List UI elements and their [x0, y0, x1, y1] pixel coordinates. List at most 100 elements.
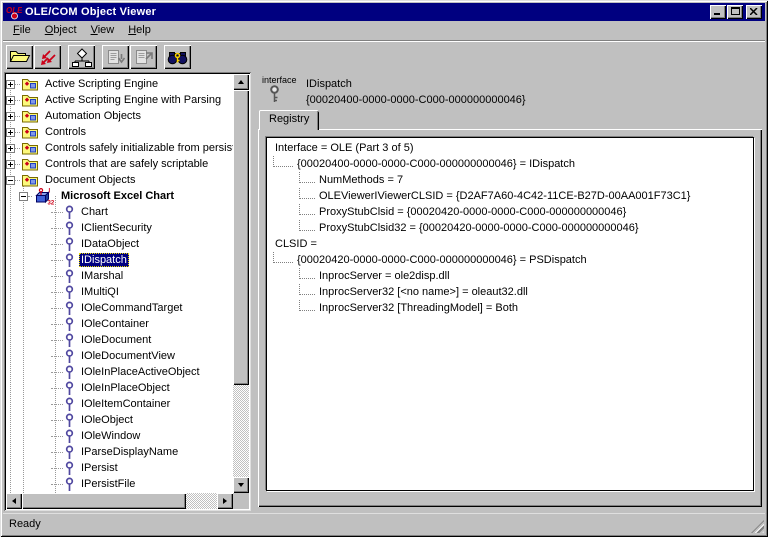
vertical-scroll-thumb[interactable] [233, 90, 249, 385]
registry-line-text: NumMethods = 7 [315, 174, 403, 186]
interface-key-icon [64, 205, 75, 220]
tree-item-label[interactable]: IMarshal [79, 269, 125, 283]
registry-line-text: InprocServer32 [<no name>] = oleaut32.dl… [315, 286, 528, 298]
registry-line: ProxyStubClsid32 = {00020420-0000-0000-C… [267, 220, 753, 236]
tree-item-iparsedisplayname: IParseDisplayName [6, 444, 233, 460]
tree-connector-stub [15, 116, 20, 117]
tree-item-label[interactable]: Active Scripting Engine [43, 77, 160, 91]
tree-item-idataobject: IDataObject [6, 236, 233, 252]
tree-connector-stub [299, 284, 315, 295]
tree-connector-stub [15, 180, 20, 181]
interface-key-icon [64, 461, 75, 476]
expand-plus-icon[interactable] [6, 80, 15, 89]
tree-item-label[interactable]: Document Objects [43, 173, 137, 187]
tree-item-label[interactable]: IClientSecurity [79, 221, 154, 235]
tree-item-iolewindow: IOleWindow [6, 428, 233, 444]
tree-item-label[interactable]: IParseDisplayName [79, 445, 180, 459]
registry-line-text: {00020420-0000-0000-C000-000000000046} =… [293, 254, 587, 266]
registry-details-box[interactable]: Interface = OLE (Part 3 of 5){00020400-0… [266, 137, 754, 491]
tree-item-label[interactable]: Controls [43, 125, 88, 139]
tree-item-automation-objects: Automation Objects [6, 108, 233, 124]
tree-item-label[interactable]: Automation Objects [43, 109, 143, 123]
menu-object[interactable]: Object [38, 21, 84, 40]
tree-item-label[interactable]: IOleDocumentView [79, 349, 177, 363]
tree-item-label[interactable]: Active Scripting Engine with Parsing [43, 93, 223, 107]
tree-connector-stub [51, 244, 63, 245]
maximize-button[interactable] [727, 5, 743, 19]
registry-line-text: Interface = OLE (Part 3 of 5) [271, 142, 413, 154]
tab-registry[interactable]: Registry [259, 110, 319, 130]
tree-item-chart: Chart [6, 204, 233, 220]
open-file-button[interactable] [6, 45, 33, 69]
tree-item-label[interactable]: Controls safely initializable from persi… [43, 141, 233, 155]
tree-item-label[interactable]: IOleCommandTarget [79, 301, 185, 315]
tree-item-label[interactable]: IOleItemContainer [79, 397, 172, 411]
titlebar-buttons [709, 5, 762, 19]
interface-key-icon [64, 477, 75, 492]
close-button[interactable] [746, 5, 762, 19]
open-folder-icon [9, 49, 31, 65]
expand-plus-icon[interactable] [6, 144, 15, 153]
tree-item-label[interactable]: IOleInPlaceObject [79, 381, 172, 395]
interface-name: IDispatch [306, 78, 352, 90]
registry-line-text: InprocServer = ole2disp.dll [315, 270, 450, 282]
tree-item-label[interactable]: Microsoft Excel Chart [59, 189, 176, 203]
arrow-down-icon [238, 483, 244, 487]
tree-item-label[interactable]: IOleWindow [79, 429, 142, 443]
object-tree[interactable]: Active Scripting Engine Active Scripting … [6, 74, 233, 493]
registry-line: Interface = OLE (Part 3 of 5) [267, 140, 753, 156]
scroll-up-button[interactable] [233, 74, 249, 90]
tree-item-label[interactable]: Controls that are safely scriptable [43, 157, 210, 171]
tree-item-label[interactable]: IPersist [79, 461, 120, 475]
view-type-info-button[interactable] [164, 45, 191, 69]
tree-connector-stub [299, 172, 315, 183]
tree-connector-stub [15, 164, 20, 165]
tree-item-label[interactable]: IOleDocument [79, 333, 153, 347]
tree-horizontal-scrollbar[interactable] [6, 493, 233, 509]
collapse-minus-icon[interactable] [6, 176, 15, 185]
expand-plus-icon[interactable] [6, 96, 15, 105]
tree-item-label[interactable]: IOleInPlaceActiveObject [79, 365, 202, 379]
scroll-left-button[interactable] [6, 493, 22, 509]
folder-icon [21, 141, 39, 156]
registry-line: CLSID = [267, 236, 753, 252]
tree-item-label[interactable]: IPersistFile [79, 477, 137, 491]
interface-key-icon [64, 365, 75, 380]
expand-plus-icon[interactable] [6, 128, 15, 137]
ole-logo-icon: OLE [6, 5, 22, 20]
title-bar[interactable]: OLE OLE/COM Object Viewer [3, 3, 765, 21]
tree-connector-stub [51, 468, 63, 469]
scroll-down-button[interactable] [233, 477, 249, 493]
expand-plus-icon[interactable] [6, 112, 15, 121]
tree-item-ioleinplaceactiveobject: IOleInPlaceActiveObject [6, 364, 233, 380]
tree-item-label[interactable]: Chart [79, 205, 110, 219]
tree-connector-stub [15, 100, 20, 101]
interface-key-icon [64, 269, 75, 284]
tree-item-label[interactable]: IMultiQI [79, 285, 121, 299]
minimize-button[interactable] [710, 5, 726, 19]
tree-connector-stub [299, 268, 315, 279]
window-title: OLE/COM Object Viewer [25, 6, 709, 18]
menu-view[interactable]: View [84, 21, 122, 40]
tree-item-label[interactable]: IOleObject [79, 413, 135, 427]
tree-connector-stub [51, 276, 63, 277]
tree-item-label[interactable]: IDispatch [79, 253, 129, 267]
registry-line: InprocServer32 [ThreadingModel] = Both [267, 300, 753, 316]
scroll-right-button[interactable] [217, 493, 233, 509]
tree-connector-stub [51, 324, 63, 325]
resize-grip-icon[interactable] [751, 520, 764, 533]
registry-line: ProxyStubClsid = {00020420-0000-0000-C00… [267, 204, 753, 220]
view-typelib-button[interactable] [68, 45, 95, 69]
interface-key-icon [64, 413, 75, 428]
bind-to-file-button[interactable] [34, 45, 61, 69]
tree-item-label[interactable]: IOleContainer [79, 317, 151, 331]
tree-connector-stub [51, 372, 63, 373]
horizontal-scroll-thumb[interactable] [22, 493, 186, 509]
tree-vertical-scrollbar[interactable] [233, 74, 249, 493]
tree-item-label[interactable]: IDataObject [79, 237, 141, 251]
expand-plus-icon[interactable] [6, 160, 15, 169]
menu-help[interactable]: Help [121, 21, 158, 40]
collapse-minus-icon[interactable] [19, 192, 28, 201]
menu-file[interactable]: File [6, 21, 38, 40]
header-key-icon [268, 85, 282, 107]
